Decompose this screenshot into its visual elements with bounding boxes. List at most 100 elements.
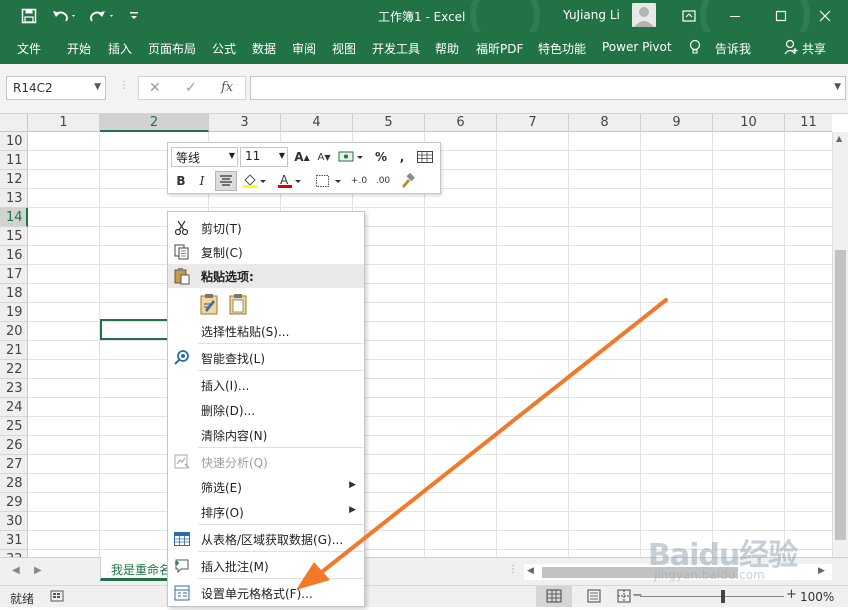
increase-decimal-button[interactable]: +.0	[348, 171, 370, 191]
row-header[interactable]: 28	[0, 474, 28, 493]
cancel-icon[interactable]: ✕	[149, 80, 161, 96]
paste-option-values-icon[interactable]	[228, 292, 250, 316]
format-painter-table-icon[interactable]	[414, 147, 436, 167]
italic-button[interactable]: I	[193, 171, 211, 191]
zoom-level[interactable]: 100%	[800, 590, 834, 604]
sheet-tab[interactable]: 我是重命名	[100, 557, 170, 581]
sheet-next-icon[interactable]: ▶	[34, 565, 42, 576]
row-header[interactable]: 30	[0, 512, 28, 531]
insert-function-button[interactable]: fx	[221, 80, 233, 95]
scroll-right-icon[interactable]: ▶	[818, 566, 825, 576]
row-header[interactable]: 22	[0, 360, 28, 379]
font-name-box[interactable]: 等线 ▼	[171, 147, 238, 167]
row-header[interactable]: 29	[0, 493, 28, 512]
scroll-left-icon[interactable]: ◀	[527, 566, 534, 576]
row-header[interactable]: 20	[0, 322, 28, 341]
comma-style-button[interactable]: ,	[394, 147, 410, 167]
decrease-decimal-button[interactable]: .00	[372, 171, 394, 191]
name-box[interactable]: R14C2 ▼	[6, 76, 106, 100]
formula-input[interactable]: ▼	[250, 76, 846, 100]
menu-item-insert-comment[interactable]: 插入批注(M)	[168, 554, 364, 578]
bold-button[interactable]: B	[171, 171, 191, 191]
menu-item-filter[interactable]: 筛选(E) ▶	[168, 475, 364, 499]
undo-icon[interactable]	[48, 6, 82, 26]
tab-developer[interactable]: 开发工具	[372, 40, 420, 57]
row-header[interactable]: 11	[0, 151, 28, 170]
scroll-up-icon[interactable]: ▲	[836, 134, 842, 143]
row-header[interactable]: 12	[0, 170, 28, 189]
tab-data[interactable]: 数据	[252, 40, 276, 57]
row-header[interactable]: 31	[0, 531, 28, 550]
menu-item-copy[interactable]: 复制(C)	[168, 240, 364, 264]
row-header[interactable]: 26	[0, 436, 28, 455]
macro-record-icon[interactable]	[50, 589, 68, 603]
menu-item-delete[interactable]: 删除(D)...	[168, 398, 364, 422]
menu-item-sort[interactable]: 排序(O) ▶	[168, 500, 364, 524]
fill-color-icon[interactable]	[240, 171, 268, 191]
row-header[interactable]: 32	[0, 550, 28, 557]
increase-font-icon[interactable]: A ▲	[292, 147, 312, 167]
minimize-button[interactable]	[712, 0, 758, 32]
row-header[interactable]: 23	[0, 379, 28, 398]
enter-icon[interactable]: ✓	[185, 80, 197, 96]
decrease-font-icon[interactable]: A ▼	[314, 147, 334, 167]
maximize-button[interactable]	[758, 0, 804, 32]
row-header[interactable]: 24	[0, 398, 28, 417]
chevron-down-icon[interactable]: ▼	[279, 151, 285, 160]
customize-qat-icon[interactable]	[126, 6, 142, 26]
column-header[interactable]: 5	[353, 114, 425, 132]
tab-home[interactable]: 开始	[67, 40, 91, 57]
menu-item-cut[interactable]: 剪切(T)	[168, 216, 364, 240]
column-header[interactable]: 11	[785, 114, 832, 132]
avatar[interactable]	[632, 3, 656, 27]
user-name[interactable]: YuJiang Li	[563, 8, 620, 22]
select-all-corner[interactable]	[0, 114, 28, 132]
expand-formula-bar-icon[interactable]: ▼	[834, 82, 841, 92]
format-painter-icon[interactable]	[396, 171, 418, 191]
column-header[interactable]: 4	[281, 114, 353, 132]
row-header[interactable]: 15	[0, 227, 28, 246]
scrollbar-thumb[interactable]	[835, 250, 846, 540]
row-header[interactable]: 10	[0, 132, 28, 151]
column-header[interactable]: 3	[209, 114, 281, 132]
normal-view-icon[interactable]	[536, 586, 572, 607]
percent-style-button[interactable]: %	[370, 147, 392, 167]
align-center-icon[interactable]	[215, 171, 237, 191]
menu-item-insert[interactable]: 插入(I)...	[168, 373, 364, 397]
column-header[interactable]: 6	[425, 114, 497, 132]
row-header[interactable]: 14	[0, 208, 28, 227]
menu-item-paste-special[interactable]: 选择性粘贴(S)...	[168, 319, 364, 343]
tab-special-features[interactable]: 特色功能	[538, 40, 586, 57]
column-header[interactable]: 9	[641, 114, 713, 132]
tab-review[interactable]: 审阅	[292, 40, 316, 57]
lightbulb-icon[interactable]	[689, 39, 701, 58]
column-header[interactable]: 10	[713, 114, 785, 132]
share-icon[interactable]	[784, 39, 798, 58]
column-header[interactable]: 1	[28, 114, 100, 132]
row-header[interactable]: 25	[0, 417, 28, 436]
number-format-icon[interactable]	[336, 147, 366, 167]
borders-icon[interactable]	[312, 171, 344, 191]
page-layout-view-icon[interactable]	[586, 589, 604, 603]
tab-formulas[interactable]: 公式	[212, 40, 236, 57]
tab-help[interactable]: 帮助	[435, 40, 459, 57]
share-button[interactable]: 共享	[802, 40, 826, 57]
menu-item-get-data-from-table[interactable]: 从表格/区域获取数据(G)...	[168, 527, 364, 551]
close-button[interactable]	[802, 0, 848, 32]
paste-option-keep-source-icon[interactable]	[199, 292, 221, 316]
zoom-slider-thumb[interactable]	[721, 590, 725, 603]
menu-item-clear-contents[interactable]: 清除内容(N)	[168, 423, 364, 447]
chevron-down-icon[interactable]: ▼	[94, 82, 101, 92]
row-header[interactable]: 19	[0, 303, 28, 322]
tab-split-handle-icon[interactable]: ⋮	[508, 564, 518, 575]
save-icon[interactable]	[16, 6, 42, 26]
ribbon-display-options-icon[interactable]	[666, 0, 712, 32]
tab-view[interactable]: 视图	[332, 40, 356, 57]
row-header[interactable]: 13	[0, 189, 28, 208]
vertical-scrollbar[interactable]: ▲	[832, 132, 848, 557]
tell-me-search[interactable]: 告诉我	[715, 40, 751, 57]
chevron-down-icon[interactable]: ▼	[229, 151, 235, 160]
menu-item-format-cells[interactable]: 设置单元格格式(F)...	[168, 581, 364, 605]
redo-icon[interactable]	[86, 6, 120, 26]
row-header[interactable]: 16	[0, 246, 28, 265]
